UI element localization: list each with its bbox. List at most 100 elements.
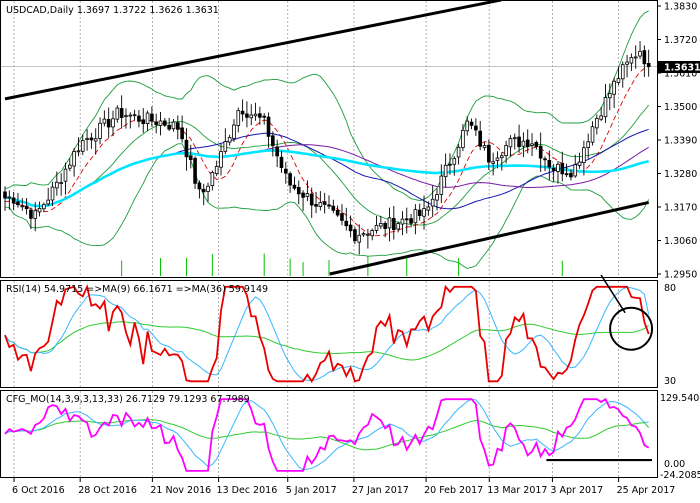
candle-body [482, 145, 487, 148]
candle-body [573, 164, 578, 177]
candle-body [132, 114, 137, 117]
candle-body [370, 230, 375, 237]
candle-body [275, 146, 279, 157]
candle-body [348, 224, 353, 232]
candle-body [590, 126, 595, 143]
candle-body [417, 209, 422, 217]
x-axis-label: 13 Mar 2017 [487, 485, 547, 496]
candle-body [175, 122, 180, 130]
candle-body [124, 115, 128, 118]
candle-body [322, 201, 327, 205]
candle-body [119, 108, 124, 118]
candle-body [67, 164, 72, 169]
current-price-label: 1.3631 [664, 63, 700, 74]
candle-body [474, 125, 478, 131]
candle-body [115, 107, 120, 120]
candle-body [517, 136, 521, 148]
candle-body [3, 191, 7, 199]
candle-body [253, 113, 258, 117]
candle-body [232, 124, 236, 139]
candle-body [331, 205, 336, 211]
price-axis-label: 1.3170 [664, 203, 697, 214]
price-axis-label: 1.3500 [664, 102, 697, 113]
candle-body [469, 121, 474, 126]
candle-body [227, 137, 232, 143]
candle-body [102, 118, 107, 124]
candle-body [33, 210, 38, 219]
candle-body [327, 204, 331, 207]
candle-body [55, 181, 59, 189]
rsi-panel-frame [0, 280, 658, 388]
candle-body [400, 218, 405, 225]
candle-body [180, 127, 184, 140]
candle-body [24, 205, 29, 210]
candle-body [461, 129, 465, 148]
candle-body [379, 222, 383, 227]
candle-body [7, 196, 12, 199]
candle-body [452, 158, 457, 165]
price-axis-label: 1.3390 [664, 136, 697, 147]
candle-body [560, 162, 565, 175]
candle-body [72, 151, 76, 167]
candle-body [633, 56, 638, 59]
main-panel-frame [0, 0, 658, 278]
candle-body [214, 166, 219, 175]
candle-body [422, 208, 426, 217]
candle-body [642, 50, 647, 65]
candle-body [236, 110, 241, 126]
candle-body [279, 156, 284, 169]
candle-body [59, 182, 63, 184]
candle-body [521, 140, 526, 147]
candle-body [29, 209, 33, 219]
candle-body [530, 143, 534, 146]
price-axis-label: 1.2950 [664, 270, 697, 281]
candle-body [141, 119, 146, 125]
candle-body [534, 142, 539, 148]
candle-body [145, 112, 150, 124]
candle-body [504, 145, 508, 157]
candle-body [163, 120, 167, 126]
candle-body [443, 164, 448, 178]
rsi-legend: RSI(14) 54.9715 =>MA(9) 66.1671 =>MA(36)… [6, 284, 268, 295]
candle-body [249, 114, 254, 119]
candle-body [262, 115, 267, 118]
candle-body [63, 168, 68, 182]
candle-body [569, 172, 573, 178]
candle-body [374, 224, 379, 231]
candle-body [283, 168, 288, 174]
candle-body [206, 185, 210, 192]
candle-body [387, 217, 392, 229]
price-axis-label: 1.3060 [664, 236, 697, 247]
candle-body [80, 140, 85, 152]
x-axis-label: 27 Jan 2017 [352, 485, 409, 496]
candle-body [296, 187, 301, 195]
candle-body [305, 193, 310, 197]
candle-body [556, 163, 560, 172]
cfg-level-bottom: -24.2085 [660, 470, 700, 481]
candle-body [547, 159, 552, 168]
candle-body [271, 135, 275, 147]
candle-body [430, 198, 435, 207]
candle-body [314, 204, 318, 207]
candle-body [353, 229, 357, 242]
candle-body [439, 175, 444, 195]
candle-body [426, 206, 431, 211]
candle-body [50, 186, 55, 201]
candle-body [543, 158, 547, 161]
cfg-level-zero: 0.00 [664, 459, 685, 470]
candle-body [586, 141, 591, 148]
candle-body [577, 161, 582, 166]
candle-body [599, 115, 603, 120]
candle-body [487, 144, 491, 163]
candle-body [413, 209, 418, 224]
candle-body [582, 147, 586, 164]
main-legend: USDCAD,Daily 1.3697 1.3722 1.3626 1.3631 [6, 5, 219, 16]
candle-body [245, 113, 249, 118]
candle-body [383, 222, 387, 229]
x-axis-label: 13 Dec 2016 [217, 485, 278, 496]
candle-body [150, 113, 154, 122]
trading-chart-svg: 6 Oct 2016 28 Oct 2016 21 Nov 2016 13 Dec 2… [0, 0, 700, 496]
candle-body [258, 113, 262, 118]
candle-body [85, 138, 89, 140]
candle-body [361, 233, 366, 236]
